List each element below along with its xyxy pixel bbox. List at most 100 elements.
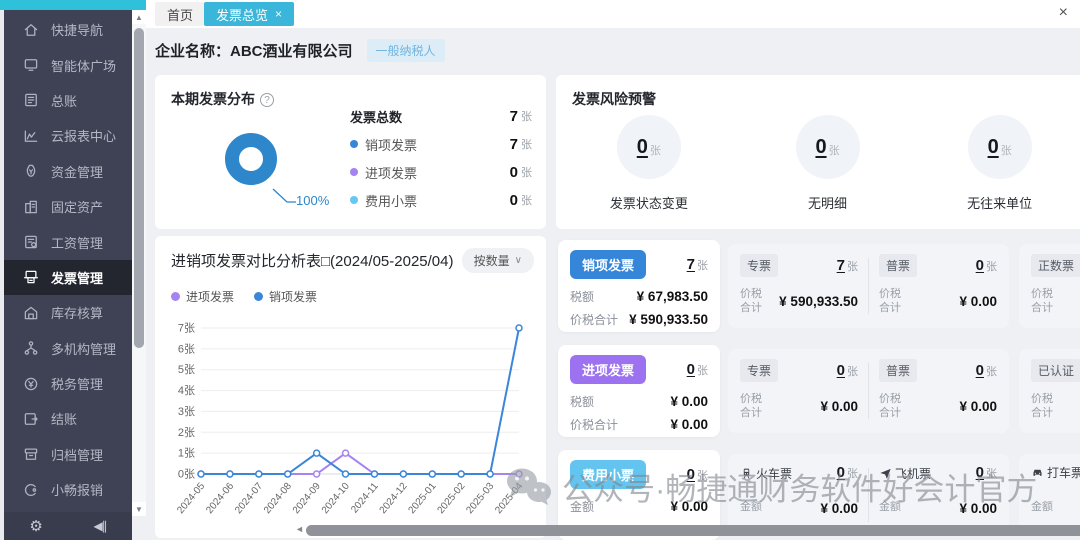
risk-count-circle[interactable]: 0 张 (967, 115, 1032, 179)
ticket-count-link[interactable]: 0张 (976, 362, 997, 380)
risk-count-circle[interactable]: 0 张 (616, 115, 681, 179)
risk-count-value: 0 (636, 135, 648, 158)
card-metric-line: 税额 ¥ 67,983.50 (570, 288, 708, 305)
invoice-count-link[interactable]: 0张 (687, 361, 708, 379)
ticket-count-link[interactable]: 0张 (837, 362, 858, 380)
risk-count-unit: 张 (828, 145, 840, 157)
horizontal-scrollbar[interactable] (306, 524, 1080, 537)
sidebar-item-8[interactable]: 库存核算 (4, 295, 132, 330)
main-area: 首页 发票总览 × × 企业名称：ABC酒业有限公司 一般纳税人 本期发票分布?… (146, 0, 1080, 540)
svg-text:2025-02: 2025-02 (435, 481, 467, 517)
fixed-assets-icon (25, 200, 37, 213)
invoice-type-pill-button[interactable]: 费用小票 (570, 460, 647, 489)
window-close-icon[interactable]: × (1059, 4, 1068, 22)
donut-leader-line (272, 188, 296, 203)
sidebar-item-4[interactable]: 资金管理 (4, 154, 132, 189)
card-metric-line: 金额 ¥ 0.00 (570, 498, 708, 515)
train-icon (743, 468, 750, 479)
sidebar-item-12[interactable]: 归档管理 (4, 437, 132, 472)
tax-icon (24, 377, 38, 390)
chart-legend: 进项发票 销项发票 (171, 288, 317, 305)
stat-value: 0 (509, 191, 518, 209)
ticket-count-link[interactable]: 0张 (976, 257, 997, 275)
invoice-type-pill-button[interactable]: 进项发票 (570, 355, 647, 384)
ticket-cards-group: 专票 7张 价税合计 ¥ 590,933.50 普票 0张 价税合计 ¥ 0.0… (728, 240, 1080, 332)
inventory-icon (24, 306, 38, 320)
stat-unit: 张 (521, 139, 532, 151)
legend-label: 销项发票 (269, 290, 318, 304)
ticket-type-badge: 已认证 (1031, 359, 1080, 382)
reimburse-icon (24, 483, 37, 496)
ticket-type-label: 打车票 (1031, 464, 1080, 481)
collapse-sidebar-icon[interactable]: ◀∥ (93, 519, 107, 533)
sidebar-item-1[interactable]: 智能体广场 (4, 47, 132, 82)
legend-item[interactable]: 进项发票 (171, 288, 234, 305)
scroll-up-arrow-icon[interactable]: ▲ (132, 10, 146, 24)
card-metric-line: 价税合计 ¥ 590,933.50 (740, 285, 858, 318)
settings-gear-icon[interactable]: ⚙ (29, 517, 42, 535)
tab-home[interactable]: 首页 (155, 2, 206, 26)
sidebar-menu: 快捷导航 智能体广场 总账 云报表中心 资金管理 固定资产 工资管理 发票管理 … (4, 12, 132, 507)
stat-label: 费用小票 (365, 193, 418, 209)
metric-value: ¥ 0.00 (670, 417, 708, 432)
ticket-sub-card: 已认证 价税合计 (1031, 359, 1080, 423)
filter-label: 按数量 (473, 254, 510, 268)
scrollbar-thumb[interactable] (134, 28, 144, 348)
sidebar-item-13[interactable]: 小畅报销 (4, 472, 132, 507)
invoice-count-link[interactable]: 0张 (687, 466, 708, 484)
ticket-type-badge: 专票 (740, 254, 779, 277)
metric-value: ¥ 0.00 (670, 394, 708, 409)
agent-plaza-icon (24, 59, 38, 71)
invoice-distribution-panel: 本期发票分布? 100% 发票总数 7 张 销项发票 7 张 进项发票 0 张 … (155, 75, 546, 229)
hscroll-left-arrow-icon[interactable]: ◄ (295, 524, 304, 534)
sidebar-item-2[interactable]: 总账 (4, 83, 132, 118)
sidebar-item-label: 结账 (51, 412, 78, 428)
ticket-type-badge: 普票 (879, 359, 918, 382)
legend-dot-icon (350, 140, 358, 148)
scroll-down-arrow-icon[interactable]: ▼ (132, 502, 146, 516)
svg-text:2张: 2张 (178, 426, 195, 439)
invoice-type-pill-button[interactable]: 销项发票 (570, 250, 647, 279)
tab-invoice-overview[interactable]: 发票总览 × (204, 2, 295, 26)
stat-unit: 张 (521, 195, 532, 207)
home-icon (24, 23, 38, 36)
sidebar-item-5[interactable]: 固定资产 (4, 189, 132, 224)
ticket-sub-card: 打车票 金额 (1031, 464, 1080, 526)
risk-count-circle[interactable]: 0 张 (795, 115, 860, 179)
metric-label: 金额 (879, 501, 901, 514)
ticket-sub-card: 正数票 价税合计 ¥ 59 (1031, 254, 1080, 318)
sidebar-item-7[interactable]: 发票管理 (4, 259, 132, 296)
ticket-type-badge: 普票 (879, 254, 918, 277)
metric-label: 价税合计 (740, 288, 762, 314)
risk-item: 0 张 发票状态变更 (610, 115, 688, 212)
risk-item-label: 发票状态变更 (609, 196, 688, 211)
card-metric-line: 价税合计 ¥ 0.00 (879, 390, 997, 423)
sidebar-item-6[interactable]: 工资管理 (4, 224, 132, 259)
help-icon[interactable]: ? (260, 93, 274, 107)
sidebar-item-9[interactable]: 多机构管理 (4, 331, 132, 366)
card-metric-line: 价税合计 ¥ 59 (1031, 285, 1080, 318)
ticket-type-label: 火车票 (740, 465, 792, 482)
ticket-sub-card: 飞机票 0张 金额 ¥ 0.00 (879, 464, 997, 526)
horizontal-scrollbar-thumb[interactable] (306, 525, 1080, 536)
ticket-count-link[interactable]: 7张 (837, 257, 858, 275)
sidebar-item-3[interactable]: 云报表中心 (4, 118, 132, 153)
legend-item[interactable]: 销项发票 (254, 288, 317, 305)
card-metric-line: 价税合计 (1031, 390, 1080, 423)
sidebar-item-11[interactable]: 结账 (4, 401, 132, 436)
tab-close-icon[interactable]: × (275, 7, 282, 21)
card-metric-line: 价税合计 ¥ 0.00 (879, 285, 997, 318)
sidebar-item-10[interactable]: 税务管理 (4, 366, 132, 401)
sidebar-item-0[interactable]: 快捷导航 (4, 12, 132, 47)
ticket-count-link[interactable]: 0张 (837, 464, 858, 482)
metric-label: 税额 (570, 290, 595, 304)
ticket-sub-card: 专票 7张 价税合计 ¥ 590,933.50 (740, 254, 858, 318)
ledger-icon (22, 91, 40, 109)
sidebar-item-label: 小畅报销 (51, 483, 104, 499)
chevron-down-icon: ∨ (514, 255, 522, 266)
invoice-count-link[interactable]: 7张 (687, 256, 708, 274)
ticket-count-link[interactable]: 0张 (976, 464, 997, 482)
quantity-filter-dropdown[interactable]: 按数量 ∨ (461, 248, 534, 273)
sidebar-scrollbar[interactable]: ▲ ▼ (132, 10, 146, 516)
card-metric-line: 金额 (1031, 489, 1080, 526)
